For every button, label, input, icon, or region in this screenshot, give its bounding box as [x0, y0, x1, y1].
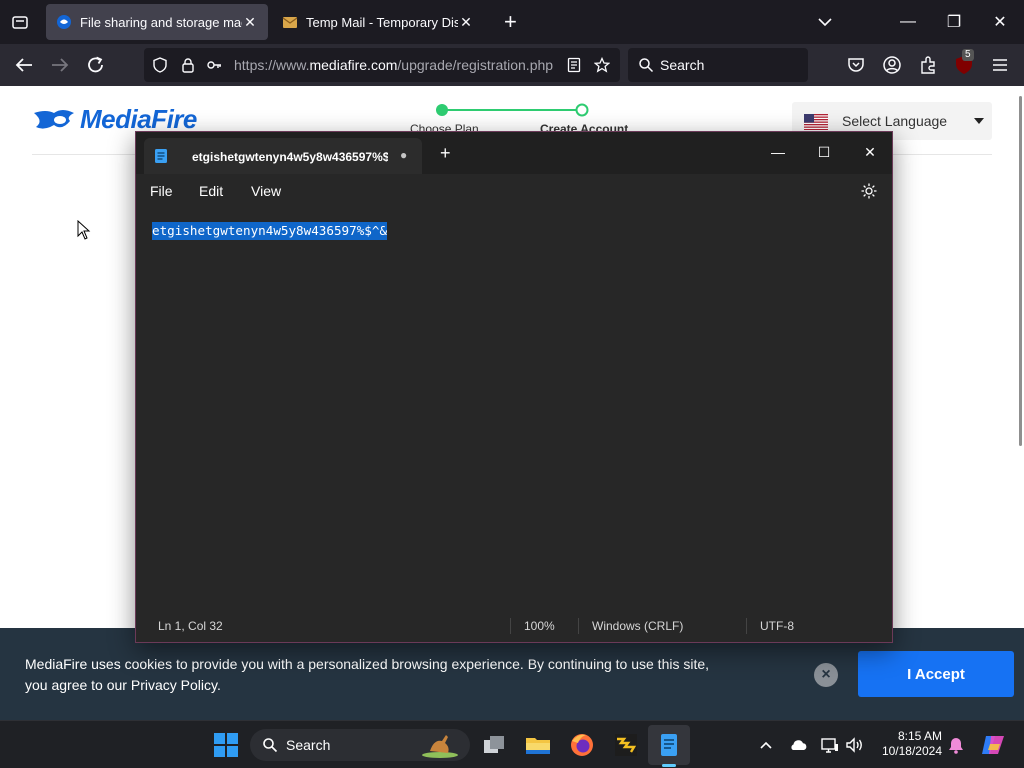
lock-icon[interactable]	[180, 57, 196, 73]
archive-app-icon[interactable]	[612, 731, 640, 759]
page-scrollbar[interactable]	[1018, 86, 1024, 456]
address-bar[interactable]: https://www.mediafire.com/upgrade/regist…	[144, 48, 620, 82]
back-icon[interactable]	[12, 54, 36, 76]
windows-taskbar: Search 8:15 AM 10/18/2024	[0, 720, 1024, 768]
close-window-icon[interactable]: ✕	[990, 12, 1010, 32]
taskbar-search[interactable]: Search	[250, 729, 470, 761]
volume-icon[interactable]	[844, 735, 864, 755]
active-app-indicator	[662, 764, 676, 767]
notepad-icon	[155, 149, 167, 163]
us-flag-icon	[804, 114, 828, 130]
mouse-cursor-icon	[77, 220, 91, 240]
selected-text[interactable]: etgishetgwtenyn4w5y8w436597%$^&	[152, 222, 388, 240]
taskbar-search-label: Search	[286, 737, 331, 753]
minimize-icon[interactable]: —	[898, 12, 918, 32]
file-explorer-icon[interactable]	[524, 731, 552, 759]
mail-favicon-icon	[282, 17, 298, 28]
menu-view[interactable]: View	[251, 183, 281, 199]
tab-title: Temp Mail - Temporary Dispos	[306, 14, 458, 30]
notepad-tab-title: etgishetgwtenyn4w5y8w436597%$	[192, 150, 388, 164]
status-divider	[746, 618, 747, 634]
tab-temp-mail[interactable]: Temp Mail - Temporary Dispos ✕	[272, 4, 484, 40]
notepad-taskbar-icon[interactable]	[655, 731, 683, 759]
tab-mediafire[interactable]: File sharing and storage made s ✕	[46, 4, 268, 40]
menu-edit[interactable]: Edit	[199, 183, 223, 199]
windows-start-icon[interactable]	[212, 731, 240, 759]
notepad-menubar: File Edit View	[136, 174, 892, 210]
notepad-maximize-icon[interactable]: ☐	[804, 138, 844, 166]
mediafire-favicon-icon	[57, 15, 71, 29]
line-ending: Windows (CRLF)	[592, 619, 684, 633]
tab-list-icon[interactable]	[10, 12, 30, 32]
accept-cookies-button[interactable]: I Accept	[858, 651, 1014, 697]
notepad-new-tab-icon[interactable]: +	[440, 144, 451, 162]
cookie-message: MediaFire uses cookies to provide you wi…	[25, 656, 710, 693]
language-label: Select Language	[842, 113, 948, 129]
caret-down-icon	[974, 118, 984, 124]
status-divider	[578, 618, 579, 634]
notepad-window: etgishetgwtenyn4w5y8w436597%$ ● + — ☐ ✕ …	[135, 131, 893, 643]
progress-steps-graphic	[436, 103, 589, 117]
shield-icon[interactable]	[152, 57, 168, 73]
browser-tab-bar: File sharing and storage made s ✕ Temp M…	[0, 0, 1024, 44]
zoom-level: 100%	[524, 619, 555, 633]
flame-logo-icon	[34, 109, 74, 129]
browser-nav-bar: https://www.mediafire.com/upgrade/regist…	[0, 44, 1024, 86]
firefox-icon[interactable]	[568, 731, 596, 759]
notepad-text-area[interactable]: etgishetgwtenyn4w5y8w436597%$^&	[136, 210, 892, 610]
tab-title: File sharing and storage made s	[80, 14, 242, 30]
cookie-close-button[interactable]: ×	[814, 663, 838, 687]
encoding: UTF-8	[760, 619, 794, 633]
clock-date: 10/18/2024	[881, 744, 942, 758]
status-divider	[510, 618, 511, 634]
notepad-minimize-icon[interactable]: —	[758, 138, 798, 166]
notepad-close-icon[interactable]: ✕	[850, 138, 890, 166]
unsaved-dot-icon[interactable]: ●	[400, 148, 407, 162]
restore-icon[interactable]: ❐	[944, 12, 964, 32]
signup-steps: Choose Plan Create Account	[410, 103, 630, 136]
key-icon[interactable]	[206, 57, 222, 73]
onedrive-cloud-icon[interactable]	[788, 735, 808, 755]
account-icon[interactable]	[882, 55, 902, 75]
search-placeholder: Search	[660, 57, 705, 73]
notepad-tab[interactable]: etgishetgwtenyn4w5y8w436597%$ ●	[144, 138, 422, 174]
bookmark-star-icon[interactable]	[594, 57, 610, 73]
search-highlight-kangaroo-icon	[422, 735, 458, 758]
notepad-statusbar: Ln 1, Col 32 100% Windows (CRLF) UTF-8	[136, 610, 892, 642]
chevron-down-icon[interactable]	[816, 14, 834, 30]
tab-close-icon[interactable]: ✕	[242, 14, 258, 30]
task-view-icon[interactable]	[480, 731, 508, 759]
notepad-titlebar[interactable]: etgishetgwtenyn4w5y8w436597%$ ● + — ☐ ✕	[136, 132, 892, 174]
cookies-link[interactable]: cookies	[125, 656, 172, 672]
pocket-icon[interactable]	[846, 55, 866, 75]
forward-icon[interactable]	[48, 54, 72, 76]
clock-time: 8:15 AM	[897, 729, 942, 743]
url-text[interactable]: https://www.mediafire.com/upgrade/regist…	[234, 57, 556, 73]
cursor-position: Ln 1, Col 32	[158, 619, 223, 633]
search-icon	[263, 738, 278, 753]
copilot-icon[interactable]	[980, 732, 1006, 758]
menu-file[interactable]: File	[150, 183, 173, 199]
search-icon	[639, 58, 654, 73]
search-bar[interactable]: Search	[628, 48, 808, 82]
taskbar-clock[interactable]: 8:15 AM 10/18/2024	[878, 729, 942, 759]
ublock-icon[interactable]: 5	[954, 49, 974, 75]
tab-close-icon[interactable]: ✕	[458, 14, 474, 30]
reader-view-icon[interactable]	[566, 57, 582, 73]
extension-badge: 5	[962, 49, 974, 61]
extensions-icon[interactable]	[918, 55, 938, 75]
hamburger-menu-icon[interactable]	[990, 55, 1010, 75]
privacy-policy-link[interactable]: Privacy Policy	[131, 677, 217, 693]
notification-bell-icon[interactable]	[946, 735, 966, 755]
chevron-up-icon[interactable]	[756, 735, 776, 755]
settings-gear-icon[interactable]	[860, 182, 878, 200]
reload-icon[interactable]	[84, 54, 108, 76]
network-icon[interactable]	[820, 735, 840, 755]
new-tab-icon[interactable]: +	[504, 11, 517, 33]
